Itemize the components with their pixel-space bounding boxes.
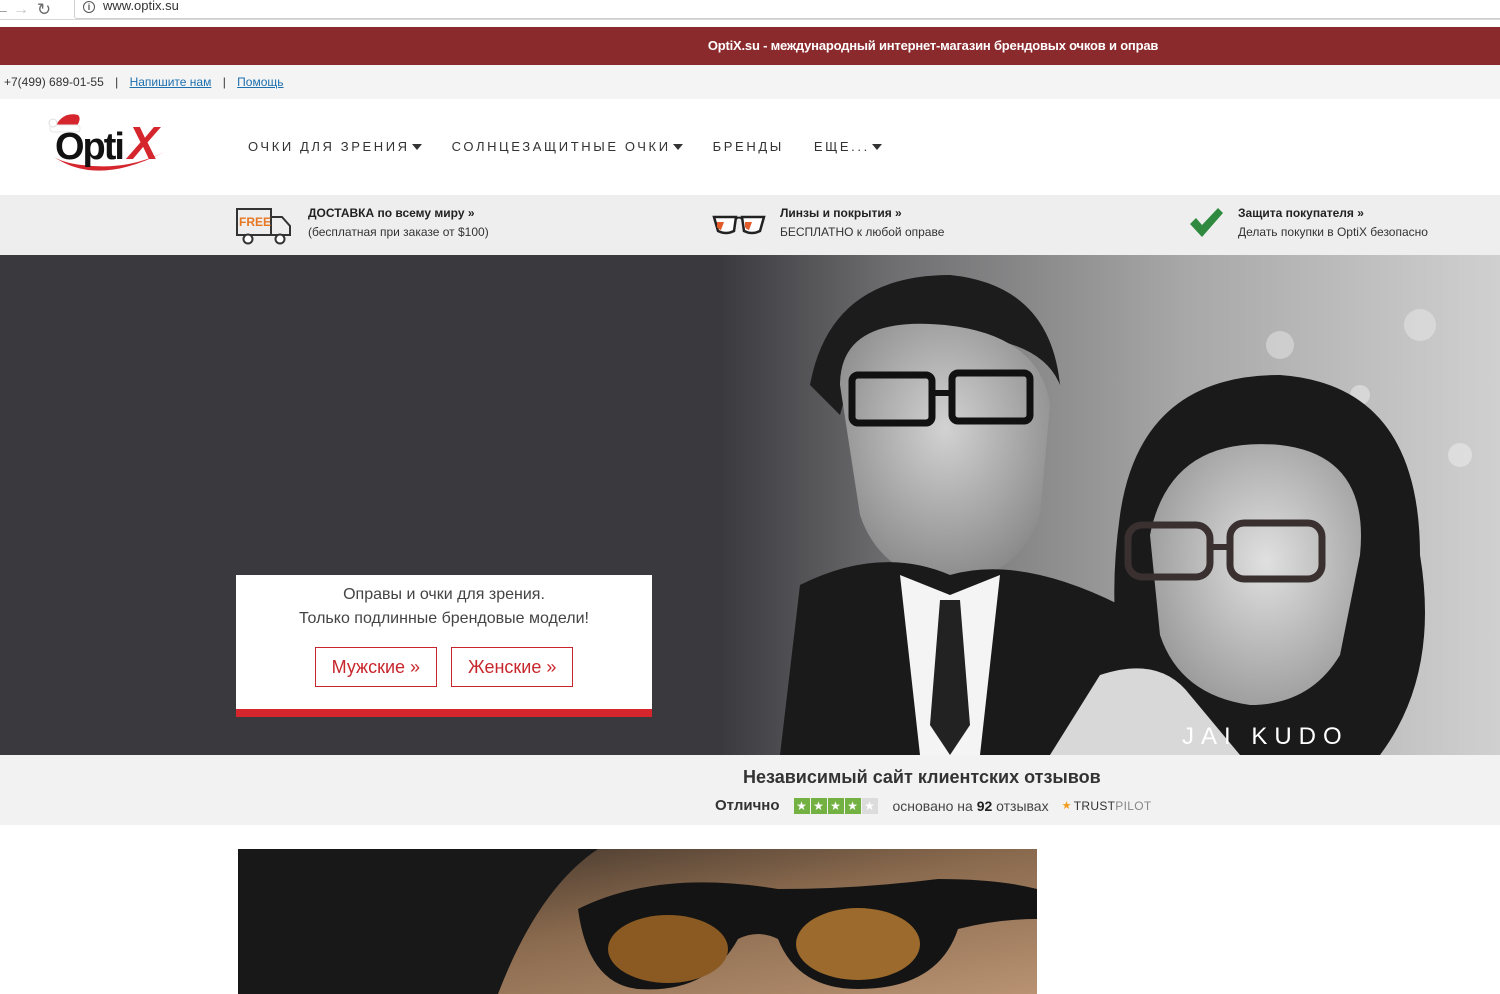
nav-item-eyeglasses[interactable]: ОЧКИ ДЛЯ ЗРЕНИЯ [248, 139, 422, 154]
brand-caption: JAI KUDO [1182, 723, 1349, 750]
trustpilot-word-1: TRUST [1073, 798, 1116, 813]
nav-item-more[interactable]: ЕЩЕ... [814, 139, 882, 154]
phone-number: +7(499) 689-01-55 [4, 75, 104, 89]
promo-line-2: Только подлинные брендовые модели! [299, 610, 589, 627]
contact-bar: +7(499) 689-01-55 | Напишите нам | Помощ… [0, 65, 1500, 99]
feature-subtitle: БЕСПЛАТНО к любой оправе [780, 225, 945, 239]
feature-text: Линзы и покрытия » БЕСПЛАТНО к любой опр… [780, 204, 944, 242]
hero-photo [720, 255, 1500, 755]
reviews-word: отзывах [996, 797, 1049, 814]
contact-inner: +7(499) 689-01-55 | Напишите нам | Помощ… [4, 75, 284, 89]
write-us-link[interactable]: Напишите нам [130, 75, 212, 89]
hero-banner[interactable]: JAI KUDO Оправы и очки для зрения. Тольк… [0, 255, 1500, 755]
promo-box: Оправы и очки для зрения. Только подлинн… [236, 575, 652, 717]
rating-stars: ★ ★ ★ ★ ★ [793, 797, 878, 814]
star-icon: ★ [810, 797, 827, 814]
star-icon: ★ [793, 797, 810, 814]
svg-text:X: X [125, 117, 161, 169]
rating-word: Отлично [715, 797, 780, 814]
review-number: 92 [976, 797, 993, 814]
feature-subtitle: (бесплатная при заказе от $100) [308, 225, 489, 239]
reload-icon[interactable]: ↻ [34, 1, 54, 18]
features-strip: FREE ДОСТАВКА по всему миру » (бесплатна… [0, 195, 1500, 255]
review-count: основано на 92 отзывах [893, 798, 1049, 814]
feature-text: Защита покупателя » Делать покупки в Opt… [1238, 204, 1428, 242]
reviews-title: Независимый сайт клиентских отзывов [743, 767, 1101, 787]
reviews-bar: Независимый сайт клиентских отзывов Отли… [0, 755, 1500, 825]
main-nav: ОЧКИ ДЛЯ ЗРЕНИЯ СОЛНЦЕЗАЩИТНЫЕ ОЧКИ БРЕН… [248, 139, 912, 154]
nav-item-sunglasses[interactable]: СОЛНЦЕЗАЩИТНЫЕ ОЧКИ [452, 139, 683, 154]
address-url[interactable]: www.optix.su [103, 0, 179, 13]
separator: | [115, 75, 119, 89]
nav-label: ОЧКИ ДЛЯ ЗРЕНИЯ [248, 139, 410, 154]
mens-button[interactable]: Мужские » [314, 647, 438, 687]
womens-button[interactable]: Женские » [451, 647, 574, 687]
feature-text: ДОСТАВКА по всему миру » (бесплатная при… [308, 204, 489, 242]
feature-title[interactable]: ДОСТАВКА по всему миру » [308, 204, 489, 223]
trustpilot-word-2: PILOT [1115, 798, 1152, 813]
promo-image-sunglasses[interactable] [238, 849, 1037, 994]
based-on-text: основано на [892, 797, 973, 814]
banner-text: OptiX.su - международный интернет-магази… [707, 38, 1159, 53]
arrow-left-icon[interactable]: ← [0, 2, 10, 18]
free-badge: FREE [239, 215, 271, 229]
top-banner: OptiX.su - международный интернет-магази… [0, 27, 1500, 65]
nav-label: СОЛНЦЕЗАЩИТНЫЕ ОЧКИ [451, 139, 671, 154]
star-icon: ★ [827, 797, 844, 814]
browser-toolbar: ← → ↻ i www.optix.su [0, 0, 1500, 20]
optix-logo[interactable]: Opti X [48, 107, 172, 181]
caret-down-icon [411, 143, 422, 150]
checkmark-icon [1190, 208, 1223, 237]
feature-delivery[interactable]: FREE ДОСТАВКА по всему миру » (бесплатна… [236, 204, 489, 245]
reviews-row[interactable]: Отлично ★ ★ ★ ★ ★ основано на 92 отзывах… [715, 797, 1151, 814]
feature-protection[interactable]: Защита покупателя » Делать покупки в Opt… [1188, 204, 1428, 242]
feature-title[interactable]: Защита покупателя » [1238, 204, 1428, 223]
promo-buttons: Мужские » Женские » [236, 647, 652, 687]
site-header: Opti X ОЧКИ ДЛЯ ЗРЕНИЯ СОЛНЦЕЗАЩИТНЫЕ ОЧ… [0, 99, 1500, 195]
caret-down-icon [871, 143, 882, 150]
nav-item-brands[interactable]: БРЕНДЫ [713, 139, 784, 154]
star-empty-icon: ★ [861, 797, 878, 814]
arrow-right-icon[interactable]: → [8, 2, 34, 18]
promo-line-1: Оправы и очки для зрения. [343, 586, 545, 603]
feature-subtitle: Делать покупки в OptiX безопасно [1238, 225, 1428, 239]
star-icon: ★ [844, 797, 861, 814]
separator: | [222, 75, 226, 89]
trustpilot-star-icon: ★ [1061, 800, 1072, 812]
sunglasses-photo [238, 849, 1037, 994]
nav-label: БРЕНДЫ [712, 139, 784, 154]
nav-label: ЕЩЕ... [813, 139, 870, 154]
trustpilot-logo[interactable]: ★ TRUST PILOT [1062, 799, 1152, 813]
caret-down-icon [672, 143, 683, 150]
help-link[interactable]: Помощь [237, 75, 283, 89]
address-bar[interactable]: i www.optix.su [74, 0, 1500, 19]
feature-lenses[interactable]: Линзы и покрытия » БЕСПЛАТНО к любой опр… [712, 204, 944, 242]
browser-nav-buttons: ← → ↻ [0, 0, 54, 20]
feature-title[interactable]: Линзы и покрытия » [780, 204, 944, 223]
glasses-icon [712, 215, 766, 235]
svg-text:Opti: Opti [55, 126, 123, 168]
info-icon[interactable]: i [83, 1, 95, 13]
free-delivery-truck-icon: FREE [236, 208, 291, 245]
